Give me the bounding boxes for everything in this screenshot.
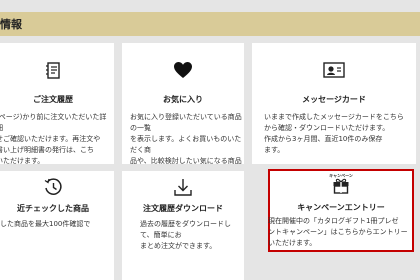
section-title: 情報 <box>0 18 22 31</box>
favorites-title: お気に入り <box>163 95 203 104</box>
favorites-description: お気に入り登録いただいている商品の一覧 を表示します。よくお買いものいただく商 … <box>130 113 242 164</box>
order-history-card[interactable]: ご注文履歴 (ページ)かり前に注文いただいた詳細 せご確認いただけます。再注文や… <box>0 43 114 164</box>
order-history-description: (ページ)かり前に注文いただいた詳細 せご確認いただけます。再注文や 書い上げ明… <box>0 113 107 164</box>
recently-viewed-title: 近チェックした商品 <box>17 204 89 213</box>
section-header: 情報 <box>0 12 420 36</box>
download-icon <box>122 177 244 197</box>
campaign-entry-title: キャンペーンエントリー <box>297 203 385 212</box>
order-download-title: 注文履歴ダウンロード <box>143 204 223 213</box>
campaign-entry-description: 現在開催中の「カタログギフト1冊プレゼ ントキャンペーン」はこちらからエントリー… <box>268 217 408 247</box>
recently-viewed-description: した商品を最大100件確認で <box>0 220 91 228</box>
message-card-description: いままで作成したメッセージカードをこちら から確認・ダウンロードいただけます。 … <box>264 113 404 154</box>
order-history-icon <box>0 61 114 81</box>
favorites-card[interactable]: お気に入り お気に入り登録いただいている商品の一覧 を表示します。よくお買いもの… <box>122 43 244 164</box>
order-download-card[interactable]: 注文履歴ダウンロード 過去の履歴をダウンロードして、簡単にお まとめ注文ができま… <box>122 171 244 280</box>
recently-viewed-card[interactable]: 近チェックした商品 した商品を最大100件確認で <box>0 171 114 280</box>
recent-history-icon <box>0 177 114 197</box>
message-card-card[interactable]: メッセージカード いままで作成したメッセージカードをこちら から確認・ダウンロー… <box>252 43 416 164</box>
order-history-title: ご注文履歴 <box>33 95 73 104</box>
heart-icon <box>122 61 244 79</box>
message-card-title: メッセージカード <box>302 95 366 104</box>
campaign-entry-card[interactable]: キャンペーン キャンペーンエントリー 現在開催中の「カタログギフト1冊プレゼ ン… <box>268 169 414 252</box>
message-card-icon <box>252 61 416 79</box>
order-download-description: 過去の履歴をダウンロードして、簡単にお まとめ注文ができます。 <box>140 220 231 250</box>
gift-icon: キャンペーン <box>268 173 414 194</box>
